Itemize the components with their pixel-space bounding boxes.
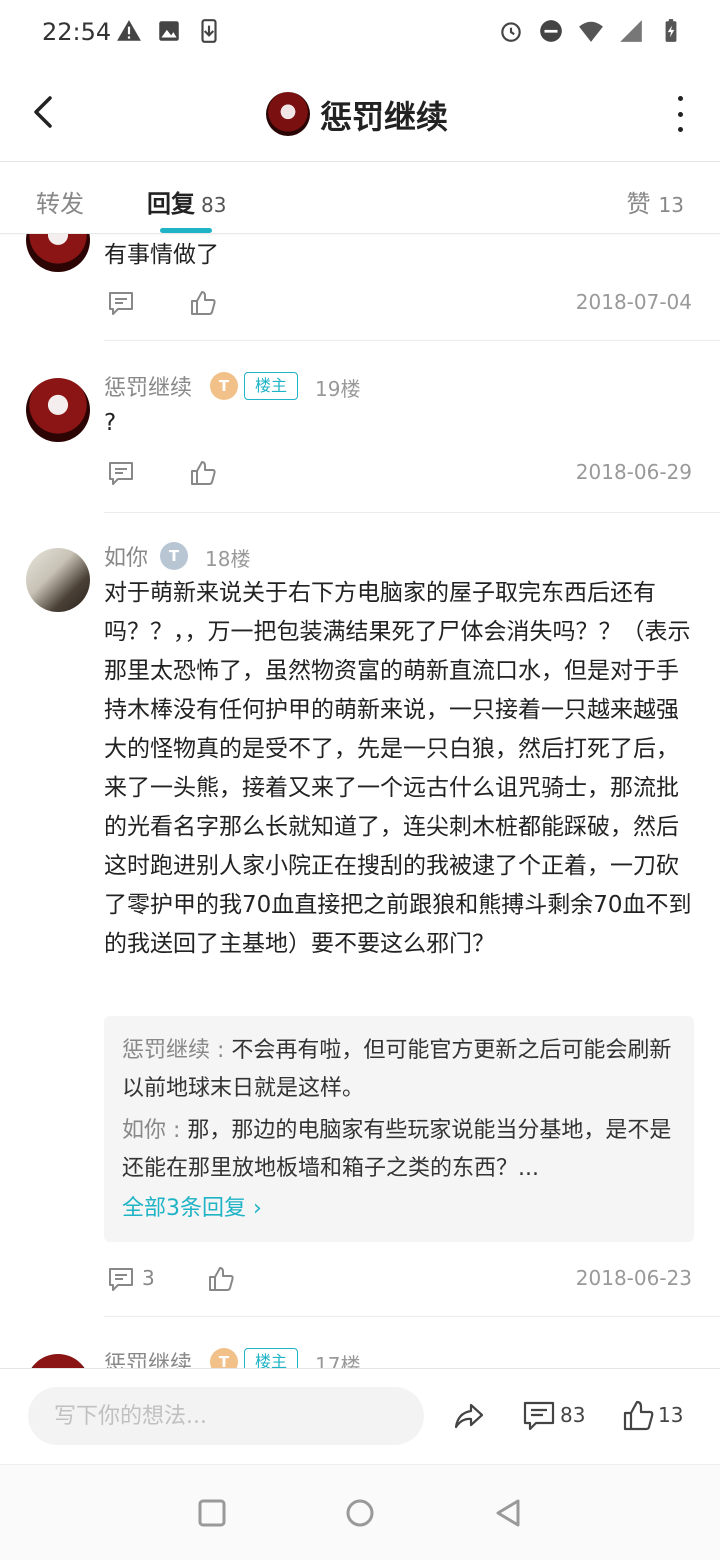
- more-options-button[interactable]: [674, 96, 686, 132]
- floor-number: 17楼: [315, 1353, 361, 1368]
- page-title: 惩罚继续: [320, 98, 449, 136]
- comment-input[interactable]: [28, 1387, 424, 1445]
- comment-icon[interactable]: [106, 1264, 136, 1294]
- tab-active-indicator: [160, 228, 212, 233]
- comment-icon[interactable]: [106, 288, 136, 318]
- battery-icon: [665, 19, 677, 42]
- level-badge: T: [210, 1348, 238, 1368]
- post-content: 有事情做了: [104, 242, 219, 268]
- tab-reply-label: 回复: [147, 190, 195, 218]
- sub-reply: 惩罚继续 : 不会再有啦，但可能官方更新之后可能会刷新以前地球末日就是这样。: [122, 1038, 672, 1101]
- username[interactable]: 如你: [104, 540, 148, 572]
- back-button[interactable]: [24, 92, 64, 132]
- tab-reply-count: 83: [201, 193, 227, 217]
- reply-feed[interactable]: 有事情做了 2018-07-04 惩罚继续 T 楼主 19楼 ? 2018-06…: [0, 234, 720, 1368]
- avatar[interactable]: [26, 1354, 90, 1368]
- comment-count: 3: [142, 1266, 155, 1290]
- all-replies-label: 全部3条回复: [122, 1196, 246, 1221]
- recents-button[interactable]: [196, 1497, 228, 1529]
- tab-bar: 转发 回复 83 赞 13: [0, 162, 720, 234]
- like-icon[interactable]: [622, 1399, 656, 1433]
- status-bar: 22:54: [0, 0, 720, 66]
- owner-tag: 楼主: [244, 1348, 299, 1368]
- tab-repost[interactable]: 转发: [36, 184, 84, 219]
- avatar[interactable]: [26, 548, 90, 612]
- like-icon[interactable]: [206, 1264, 236, 1294]
- post-actions: 2018-06-29: [104, 456, 698, 490]
- post-content: 对于萌新来说关于右下方电脑家的屋子取完东西后还有吗？？，，万一把包装满结果死了尸…: [104, 580, 692, 957]
- share-icon[interactable]: [452, 1399, 486, 1433]
- tab-like[interactable]: 赞 13: [627, 184, 684, 219]
- level-badge: T: [160, 542, 188, 570]
- sub-reply-author[interactable]: 如你: [122, 1118, 166, 1143]
- back-nav-button[interactable]: [492, 1497, 524, 1529]
- tab-reply[interactable]: 回复 83: [147, 184, 226, 219]
- tab-like-label: 赞: [626, 190, 651, 218]
- alert-icon: [117, 20, 141, 41]
- status-time: 22:54: [42, 18, 112, 46]
- bottom-action-bar: 83 13: [0, 1368, 720, 1464]
- post-actions: 3 2018-06-23: [104, 1262, 698, 1296]
- sub-reply-author[interactable]: 惩罚继续: [122, 1038, 210, 1063]
- system-nav-bar: [0, 1464, 720, 1560]
- header: 惩罚继续: [0, 66, 720, 162]
- download-icon: [201, 19, 217, 43]
- divider: [104, 512, 720, 513]
- username[interactable]: 惩罚继续: [104, 1346, 192, 1368]
- avatar[interactable]: [26, 234, 90, 272]
- chevron-right-icon: ›: [246, 1196, 262, 1221]
- like-count: 13: [658, 1403, 684, 1427]
- alarm-icon: [501, 22, 521, 42]
- owner-tag: 楼主: [244, 372, 299, 400]
- image-icon: [159, 21, 179, 41]
- dnd-icon: [540, 20, 562, 42]
- post-actions: 2018-07-04: [104, 286, 698, 320]
- signal-icon: [620, 20, 642, 42]
- like-icon[interactable]: [188, 288, 218, 318]
- comment-icon[interactable]: [106, 458, 136, 488]
- header-avatar[interactable]: [266, 92, 310, 136]
- floor-number: 18楼: [205, 547, 251, 571]
- post-date: 2018-07-04: [575, 290, 692, 314]
- level-badge: T: [210, 372, 238, 400]
- post-date: 2018-06-23: [575, 1266, 692, 1290]
- all-replies-link[interactable]: 全部3条回复 ›: [122, 1192, 676, 1226]
- like-icon[interactable]: [188, 458, 218, 488]
- divider: [104, 340, 720, 341]
- comment-count: 83: [560, 1403, 586, 1427]
- username[interactable]: 惩罚继续: [104, 370, 192, 402]
- home-button[interactable]: [344, 1497, 376, 1529]
- tab-like-count: 13: [658, 193, 684, 217]
- wifi-icon: [579, 21, 603, 42]
- post-date: 2018-06-29: [575, 460, 692, 484]
- floor-number: 19楼: [315, 377, 361, 401]
- avatar[interactable]: [26, 378, 90, 442]
- divider: [104, 1316, 720, 1317]
- post-content: ?: [104, 410, 117, 436]
- comment-icon[interactable]: [522, 1399, 556, 1433]
- sub-reply: 如你 : 那，那边的电脑家有些玩家说能当分基地，是不是还能在那里放地板墙和箱子之…: [122, 1118, 672, 1181]
- sub-replies[interactable]: 惩罚继续 : 不会再有啦，但可能官方更新之后可能会刷新以前地球末日就是这样。 如…: [104, 1016, 694, 1242]
- sub-reply-text: 那，那边的电脑家有些玩家说能当分基地，是不是还能在那里放地板墙和箱子之类的东西？…: [122, 1118, 672, 1181]
